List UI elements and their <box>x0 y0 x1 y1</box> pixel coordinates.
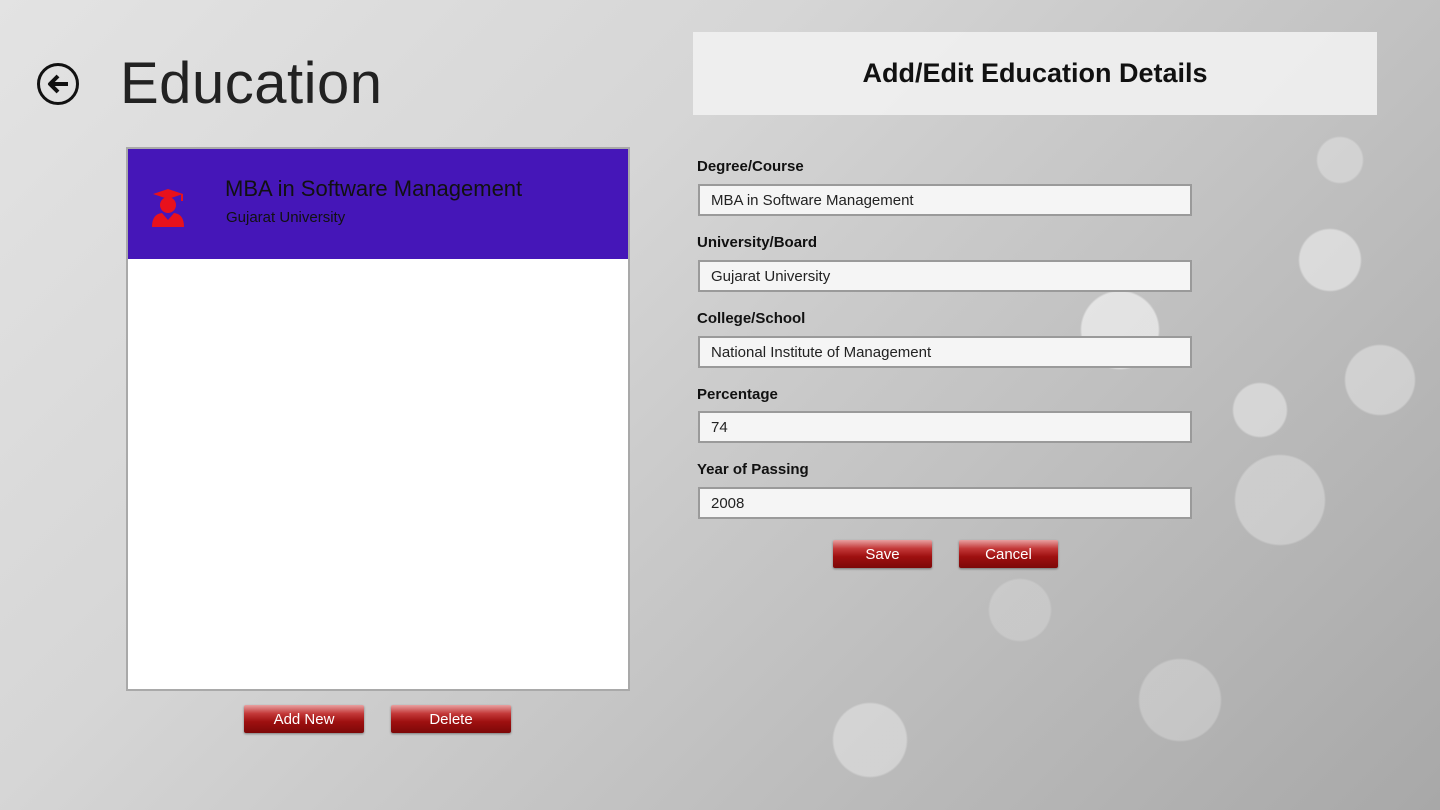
university-label: University/Board <box>697 234 818 251</box>
back-button[interactable] <box>36 62 80 106</box>
form-title: Add/Edit Education Details <box>862 58 1208 88</box>
save-button[interactable]: Save <box>833 540 932 568</box>
delete-button[interactable]: Delete <box>391 705 511 733</box>
degree-label: Degree/Course <box>697 158 804 175</box>
percentage-input[interactable] <box>698 411 1192 443</box>
college-input[interactable] <box>698 336 1192 368</box>
list-item[interactable]: MBA in Software Management Gujarat Unive… <box>128 149 628 259</box>
college-label: College/School <box>697 310 806 327</box>
form-header: Add/Edit Education Details <box>693 32 1377 115</box>
year-input[interactable] <box>698 487 1192 519</box>
year-label: Year of Passing <box>697 461 809 478</box>
cancel-button[interactable]: Cancel <box>959 540 1058 568</box>
degree-input[interactable] <box>698 184 1192 216</box>
back-arrow-icon <box>37 63 79 105</box>
university-input[interactable] <box>698 260 1192 292</box>
add-new-button[interactable]: Add New <box>244 705 364 733</box>
page-title: Education <box>120 51 383 116</box>
item-subtitle: Gujarat University <box>226 209 346 226</box>
item-title: MBA in Software Management <box>225 176 523 201</box>
percentage-label: Percentage <box>697 386 778 403</box>
graduate-icon <box>152 189 184 227</box>
education-list[interactable]: MBA in Software Management Gujarat Unive… <box>126 147 630 691</box>
